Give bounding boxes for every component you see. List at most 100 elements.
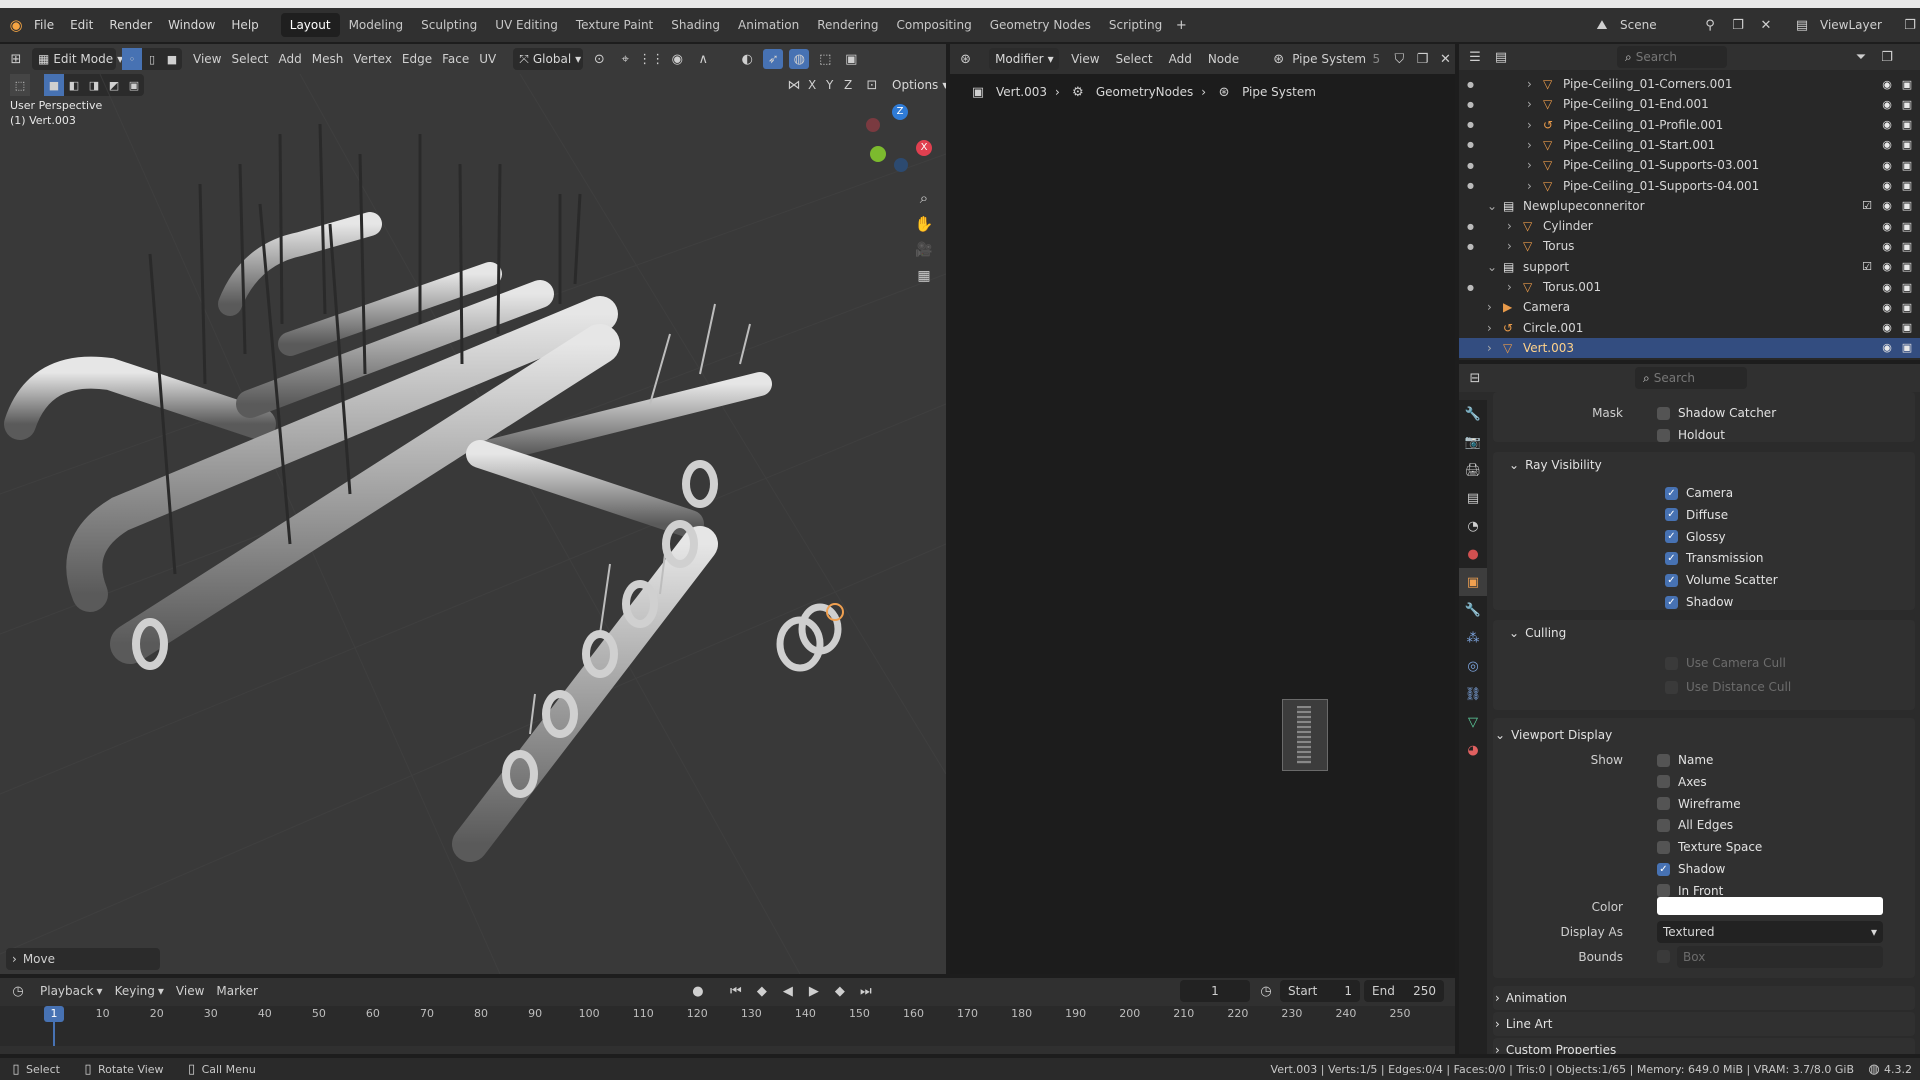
node-menu-node[interactable]: Node [1200,52,1247,66]
orientation-dropdown[interactable]: ⤧ Global ▾ [513,48,584,70]
axis-y-gizmo[interactable] [870,146,886,162]
pan-hand-icon[interactable]: ✋ [914,214,934,234]
viewport-menu-vertex[interactable]: Vertex [348,52,397,66]
filter-icon[interactable]: ⏷ [1851,47,1871,67]
outliner-item-pipe-ceiling-01-corners-001[interactable]: ● › ▽ Pipe-Ceiling_01-Corners.001 ◉ ▣ [1459,74,1920,94]
use-camera-cull-checkbox[interactable]: Use Camera Cull [1665,656,1786,670]
all-edges-checkbox[interactable]: All Edges [1657,818,1733,832]
timeline-menu-playback[interactable]: Playback ▾ [34,984,109,998]
bounds-checkbox[interactable] [1657,950,1670,963]
exclude-checkbox-icon[interactable]: ☑ [1860,199,1874,213]
wireframe-checkbox[interactable]: Wireframe [1657,797,1741,811]
eye-icon[interactable]: ◉ [1880,97,1894,111]
outliner-item-pipe-ceiling-01-supports-04-001[interactable]: ● › ▽ Pipe-Ceiling_01-Supports-04.001 ◉ ▣ [1459,176,1920,196]
vertex-select-icon[interactable]: ◦ [122,48,142,70]
edge-select-icon[interactable]: ▯ [142,48,162,70]
tool-tab-icon[interactable]: 🔧 [1459,400,1487,428]
viewport-menu-view[interactable]: View [188,52,226,66]
line-art-panel-header[interactable]: › Line Art [1495,1011,1913,1037]
fake-user-icon[interactable]: ⛉ [1390,49,1409,69]
viewport-menu-edge[interactable]: Edge [397,52,437,66]
proportional-edit-icon[interactable]: ◉ [667,49,687,69]
diffuse-checkbox[interactable]: ✓ Diffuse [1665,508,1728,522]
camera-render-icon[interactable]: ▣ [1900,341,1914,355]
camera-render-icon[interactable]: ▣ [1900,138,1914,152]
chevron-right-icon[interactable]: › [1507,239,1519,253]
constraints-tab-icon[interactable]: ⛓ [1459,680,1487,708]
glossy-checkbox[interactable]: ✓ Glossy [1665,530,1726,544]
tab-compositing[interactable]: Compositing [887,13,980,37]
chevron-down-icon[interactable]: ⌄ [1487,199,1499,213]
camera-render-icon[interactable]: ▣ [1900,219,1914,233]
menu-render[interactable]: Render [101,8,160,42]
menu-edit[interactable]: Edit [62,8,101,42]
viewport-menu-select[interactable]: Select [226,52,273,66]
face-select-icon[interactable]: ■ [162,48,182,70]
physics-tab-icon[interactable]: ◎ [1459,652,1487,680]
editor-type-icon[interactable]: ☰ [1465,47,1485,67]
eye-icon[interactable]: ◉ [1880,138,1894,152]
view-layer-tab-icon[interactable]: ▤ [1459,484,1487,512]
unlink-icon[interactable]: ✕ [1436,49,1455,69]
eye-icon[interactable]: ◉ [1880,77,1894,91]
axis-z-gizmo[interactable]: Z [892,104,908,120]
viewport-menu-add[interactable]: Add [274,52,307,66]
output-tab-icon[interactable]: 🖨 [1459,456,1487,484]
chevron-right-icon[interactable]: › [1507,280,1519,294]
menu-window[interactable]: Window [160,8,223,42]
add-workspace-icon[interactable]: + [1171,15,1191,35]
last-operator-panel[interactable]: › Move [6,948,160,970]
chevron-down-icon[interactable]: ⌄ [1487,260,1499,274]
camera-render-icon[interactable]: ▣ [1900,179,1914,193]
start-frame-field[interactable]: Start 1 [1280,980,1360,1002]
zoom-icon[interactable]: ⌕ [914,188,934,208]
camera-render-icon[interactable]: ▣ [1900,199,1914,213]
tab-uv-editing[interactable]: UV Editing [486,13,567,37]
playhead[interactable]: 1 [44,1006,64,1022]
menu-file[interactable]: File [26,8,62,42]
camera-render-icon[interactable]: ▣ [1900,158,1914,172]
outliner-item-vert-003[interactable]: › ▽ Vert.003 ◉ ▣ [1459,337,1920,358]
axis-neg-x-gizmo[interactable] [866,118,880,132]
new-scene-icon[interactable]: ❐ [1728,15,1748,35]
camera-render-icon[interactable]: ▣ [1900,260,1914,274]
chevron-right-icon[interactable]: › [1527,179,1539,193]
auto-keying-icon[interactable]: ● [688,981,708,1001]
outliner-item-torus[interactable]: ● › ▽ Torus ◉ ▣ [1459,236,1920,256]
delete-scene-icon[interactable]: ✕ [1756,15,1776,35]
node-tree-name[interactable]: Pipe System [1292,52,1368,66]
eye-icon[interactable]: ◉ [1880,118,1894,132]
tab-animation[interactable]: Animation [729,13,808,37]
play-reverse-icon[interactable]: ◀ [778,981,798,1001]
chevron-right-icon[interactable]: › [1527,77,1539,91]
exclude-checkbox-icon[interactable]: ☑ [1860,260,1874,274]
editor-type-icon[interactable]: ◷ [8,981,28,1001]
display-mode-icon[interactable]: ▤ [1491,47,1511,67]
camera-render-icon[interactable]: ▣ [1900,321,1914,335]
outliner-item-pipe-ceiling-01-start-001[interactable]: ● › ▽ Pipe-Ceiling_01-Start.001 ◉ ▣ [1459,135,1920,155]
prev-keyframe-icon[interactable]: ◆ [752,981,772,1001]
ray-visibility-panel-header[interactable]: ⌄ Ray Visibility [1509,452,1920,478]
chevron-right-icon[interactable]: › [1487,321,1499,335]
viewport-menu-mesh[interactable]: Mesh [307,52,349,66]
tab-shading[interactable]: Shading [662,13,729,37]
next-keyframe-icon[interactable]: ◆ [830,981,850,1001]
current-frame-field[interactable]: 1 [1180,980,1250,1002]
color-swatch[interactable] [1657,897,1883,915]
eye-icon[interactable]: ◉ [1880,321,1894,335]
snap-target-icon[interactable]: ⋮⋮ [638,49,664,69]
3d-viewport[interactable]: ⊞ ▦ Edit Mode ▾ ◦ ▯ ■ View Select Add Mesh V… [0,44,946,974]
tab-modeling[interactable]: Modeling [340,13,413,37]
camera-checkbox[interactable]: ✓ Camera [1665,486,1733,500]
mesh-overlay-icon[interactable]: ⬚ [815,49,835,69]
viewport-menu-face[interactable]: Face [437,52,474,66]
eye-icon[interactable]: ◉ [1880,219,1894,233]
holdout-checkbox[interactable]: Holdout [1657,428,1725,442]
axis-neg-z-gizmo[interactable] [894,158,908,172]
viewport-display-panel-header[interactable]: ⌄ Viewport Display [1495,722,1913,748]
node-group-icon[interactable]: ⊛ [1269,49,1288,69]
editor-type-icon[interactable]: ⊟ [1465,368,1485,388]
timeline[interactable]: ◷ Playback ▾ Keying ▾ View Marker ● ⏮ ◆ ◀ ▶ ◆… [0,978,1455,1054]
ortho-grid-icon[interactable]: ▦ [914,266,934,286]
bounds-type-dropdown[interactable]: Box [1677,946,1883,968]
